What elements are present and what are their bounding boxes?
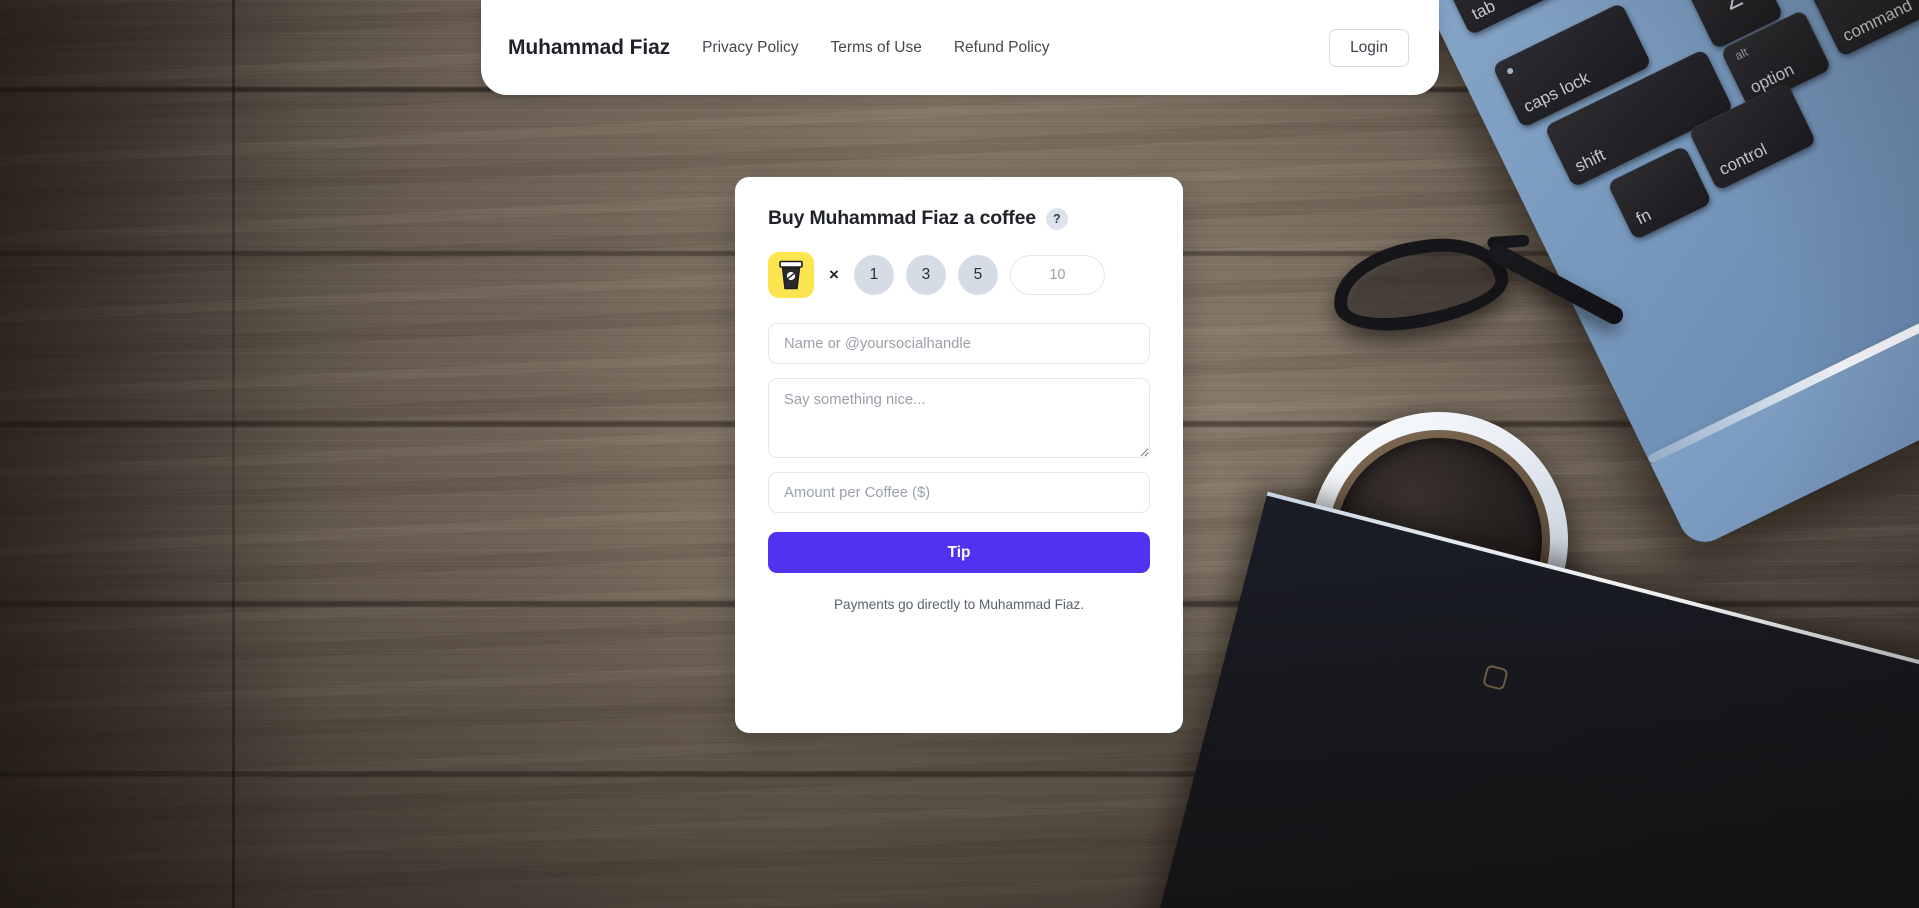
message-textarea[interactable] [768,378,1150,458]
tip-submit-button[interactable]: Tip [768,532,1150,573]
name-input[interactable] [768,323,1150,364]
quantity-option-1[interactable]: 1 [853,255,894,295]
login-button[interactable]: Login [1329,28,1409,67]
quantity-option-5[interactable]: 5 [957,255,998,295]
payments-note: Payments go directly to Muhammad Fiaz. [833,597,1085,612]
custom-quantity-input[interactable] [1009,255,1105,295]
coffee-cup-icon[interactable] [768,252,814,298]
nav-link-refund-policy[interactable]: Refund Policy [954,39,1050,57]
top-navigation-bar: Muhammad Fiaz Privacy Policy Terms of Us… [481,0,1439,95]
nav-links: Privacy Policy Terms of Use Refund Polic… [702,39,1049,57]
page-root: tab A X caps lock Z [0,0,1919,908]
card-header: Buy Muhammad Fiaz a coffee ? [768,207,1150,230]
brand-title[interactable]: Muhammad Fiaz [508,36,670,60]
nav-link-terms-of-use[interactable]: Terms of Use [831,39,922,57]
buy-coffee-card: Buy Muhammad Fiaz a coffee ? × 1 3 5 10 … [735,177,1183,733]
multiply-symbol-icon: × [829,265,839,284]
nav-link-privacy-policy[interactable]: Privacy Policy [702,39,798,57]
card-title: Buy Muhammad Fiaz a coffee [768,207,1036,229]
amount-per-coffee-input[interactable] [768,472,1150,513]
quantity-selector-row: × 1 3 5 [768,252,1150,298]
quantity-option-3[interactable]: 3 [905,255,946,295]
help-question-icon[interactable]: ? [1045,207,1068,230]
